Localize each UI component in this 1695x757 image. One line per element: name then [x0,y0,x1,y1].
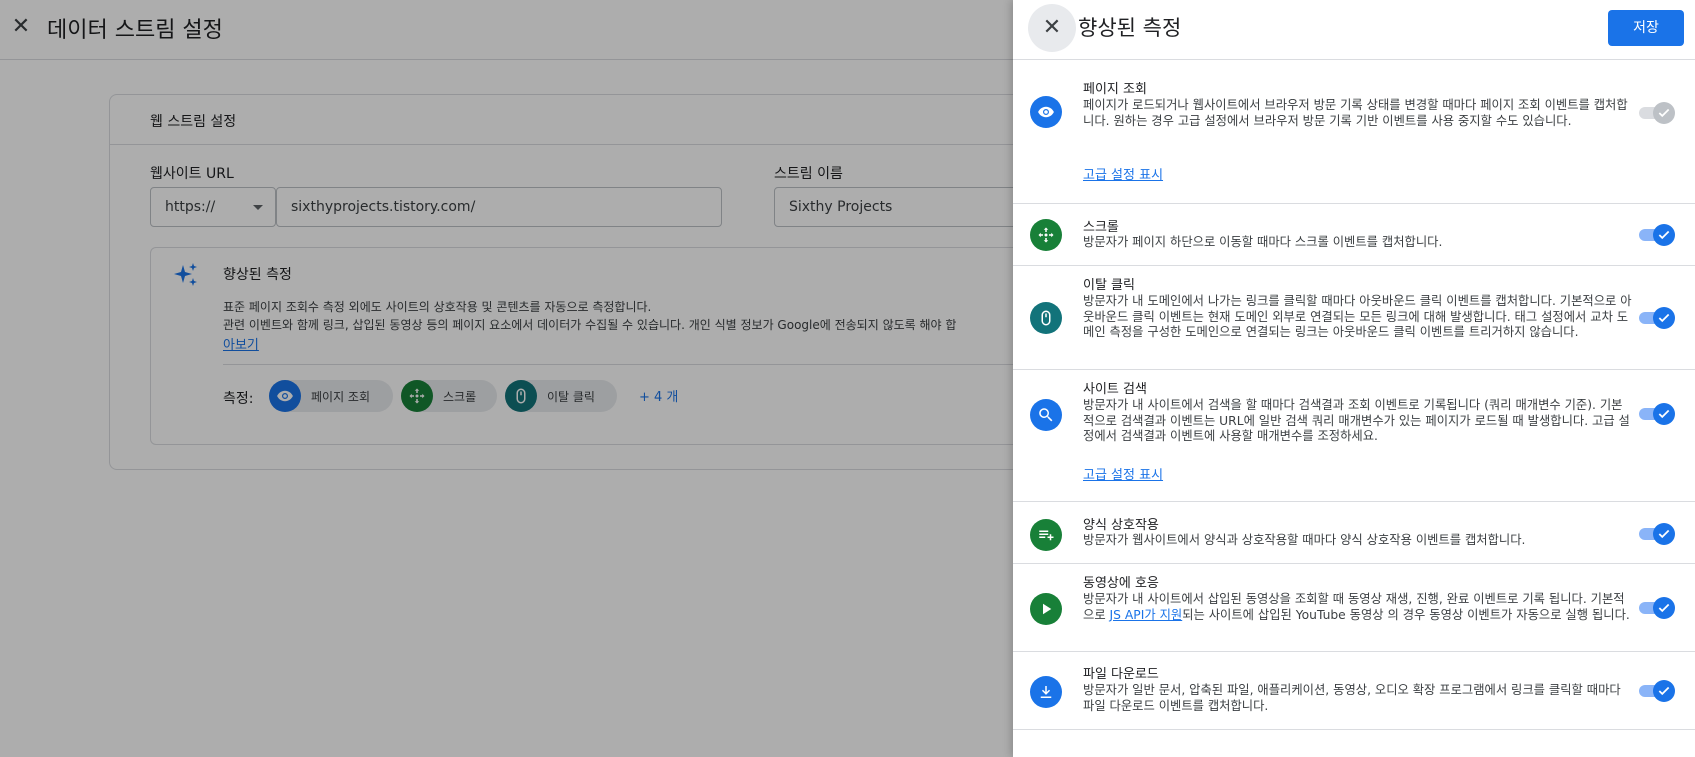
setting-description: 방문자가 내 사이트에서 검색을 할 때마다 검색결과 조회 이벤트로 기록됩니… [1083,398,1630,443]
mouse-icon [1030,302,1062,334]
setting-title: 페이지 조회 [1083,82,1147,97]
toggle-thumb [1653,523,1675,545]
setting-description: 방문자가 내 사이트에서 삽입된 동영상을 조회할 때 동영상 재생, 진행, … [1083,592,1633,623]
toggle-thumb [1653,597,1675,619]
toggle-scroll[interactable] [1639,224,1675,246]
setting-title: 파일 다운로드 [1083,667,1159,682]
setting-row-page-view: 페이지 조회 페이지가 로드되거나 웹사이트에서 브라우저 방문 기록 상태를 … [1013,60,1695,204]
panel-title: 향상된 측정 [1078,16,1182,40]
check-icon [1658,686,1670,696]
check-icon [1658,230,1670,240]
setting-title: 양식 상호작용 [1083,518,1159,533]
toggle-outbound-click[interactable] [1639,307,1675,329]
setting-title: 스크롤 [1083,220,1119,235]
setting-row-outbound-click: 이탈 클릭 방문자가 내 도메인에서 나가는 링크를 클릭할 때마다 아웃바운드… [1013,266,1695,370]
setting-title: 사이트 검색 [1083,382,1147,397]
advanced-settings-link[interactable]: 고급 설정 표시 [1083,164,1163,183]
setting-description: 방문자가 페이지 하단으로 이동할 때마다 스크롤 이벤트를 캡처합니다. [1083,235,1443,249]
search-icon [1030,399,1062,431]
setting-row-scroll: 스크롤 방문자가 페이지 하단으로 이동할 때마다 스크롤 이벤트를 캡처합니다… [1013,204,1695,266]
advanced-settings-link[interactable]: 고급 설정 표시 [1083,464,1163,483]
check-icon [1658,108,1670,118]
setting-row-site-search: 사이트 검색 방문자가 내 사이트에서 검색을 할 때마다 검색결과 조회 이벤… [1013,370,1695,502]
scroll-icon [1030,219,1062,251]
toggle-form-interaction[interactable] [1639,523,1675,545]
panel-header: ✕ 향상된 측정 저장 [1013,0,1695,60]
setting-title: 이탈 클릭 [1083,278,1135,293]
save-button[interactable]: 저장 [1608,10,1684,46]
toggle-page-view [1639,102,1675,124]
toggle-thumb [1653,102,1675,124]
toggle-thumb [1653,307,1675,329]
js-api-link[interactable]: JS API가 지원 [1110,608,1183,622]
toggle-thumb [1653,403,1675,425]
setting-description: 방문자가 내 도메인에서 나가는 링크를 클릭할 때마다 아웃바운드 클릭 이벤… [1083,294,1632,339]
check-icon [1658,313,1670,323]
form-icon [1030,519,1062,551]
close-icon[interactable]: ✕ [1028,4,1076,52]
toggle-file-download[interactable] [1639,680,1675,702]
setting-title: 동영상에 호응 [1083,576,1159,591]
setting-description: 방문자가 웹사이트에서 양식과 상호작용할 때마다 양식 상호작용 이벤트를 캡… [1083,533,1526,547]
check-icon [1658,529,1670,539]
setting-description: 방문자가 일반 문서, 압축된 파일, 애플리케이션, 동영상, 오디오 확장 … [1083,683,1621,713]
download-icon [1030,676,1062,708]
play-icon [1030,593,1062,625]
check-icon [1658,409,1670,419]
toggle-site-search[interactable] [1639,403,1675,425]
setting-description: 페이지가 로드되거나 웹사이트에서 브라우저 방문 기록 상태를 변경할 때마다… [1083,98,1628,128]
setting-row-file-download: 파일 다운로드 방문자가 일반 문서, 압축된 파일, 애플리케이션, 동영상,… [1013,652,1695,730]
desc-text: 되는 사이트에 삽입된 YouTube 동영상 의 경우 동영상 이벤트가 자동… [1182,607,1630,622]
toggle-thumb [1653,680,1675,702]
check-icon [1658,603,1670,613]
setting-row-form-interaction: 양식 상호작용 방문자가 웹사이트에서 양식과 상호작용할 때마다 양식 상호작… [1013,502,1695,564]
setting-row-video-engagement: 동영상에 호응 방문자가 내 사이트에서 삽입된 동영상을 조회할 때 동영상 … [1013,564,1695,652]
toggle-thumb [1653,224,1675,246]
enhanced-measurement-panel: ✕ 향상된 측정 저장 페이지 조회 페이지가 로드되거나 웹사이트에서 브라우… [1013,0,1695,757]
eye-icon [1030,96,1062,128]
toggle-video-engagement[interactable] [1639,597,1675,619]
